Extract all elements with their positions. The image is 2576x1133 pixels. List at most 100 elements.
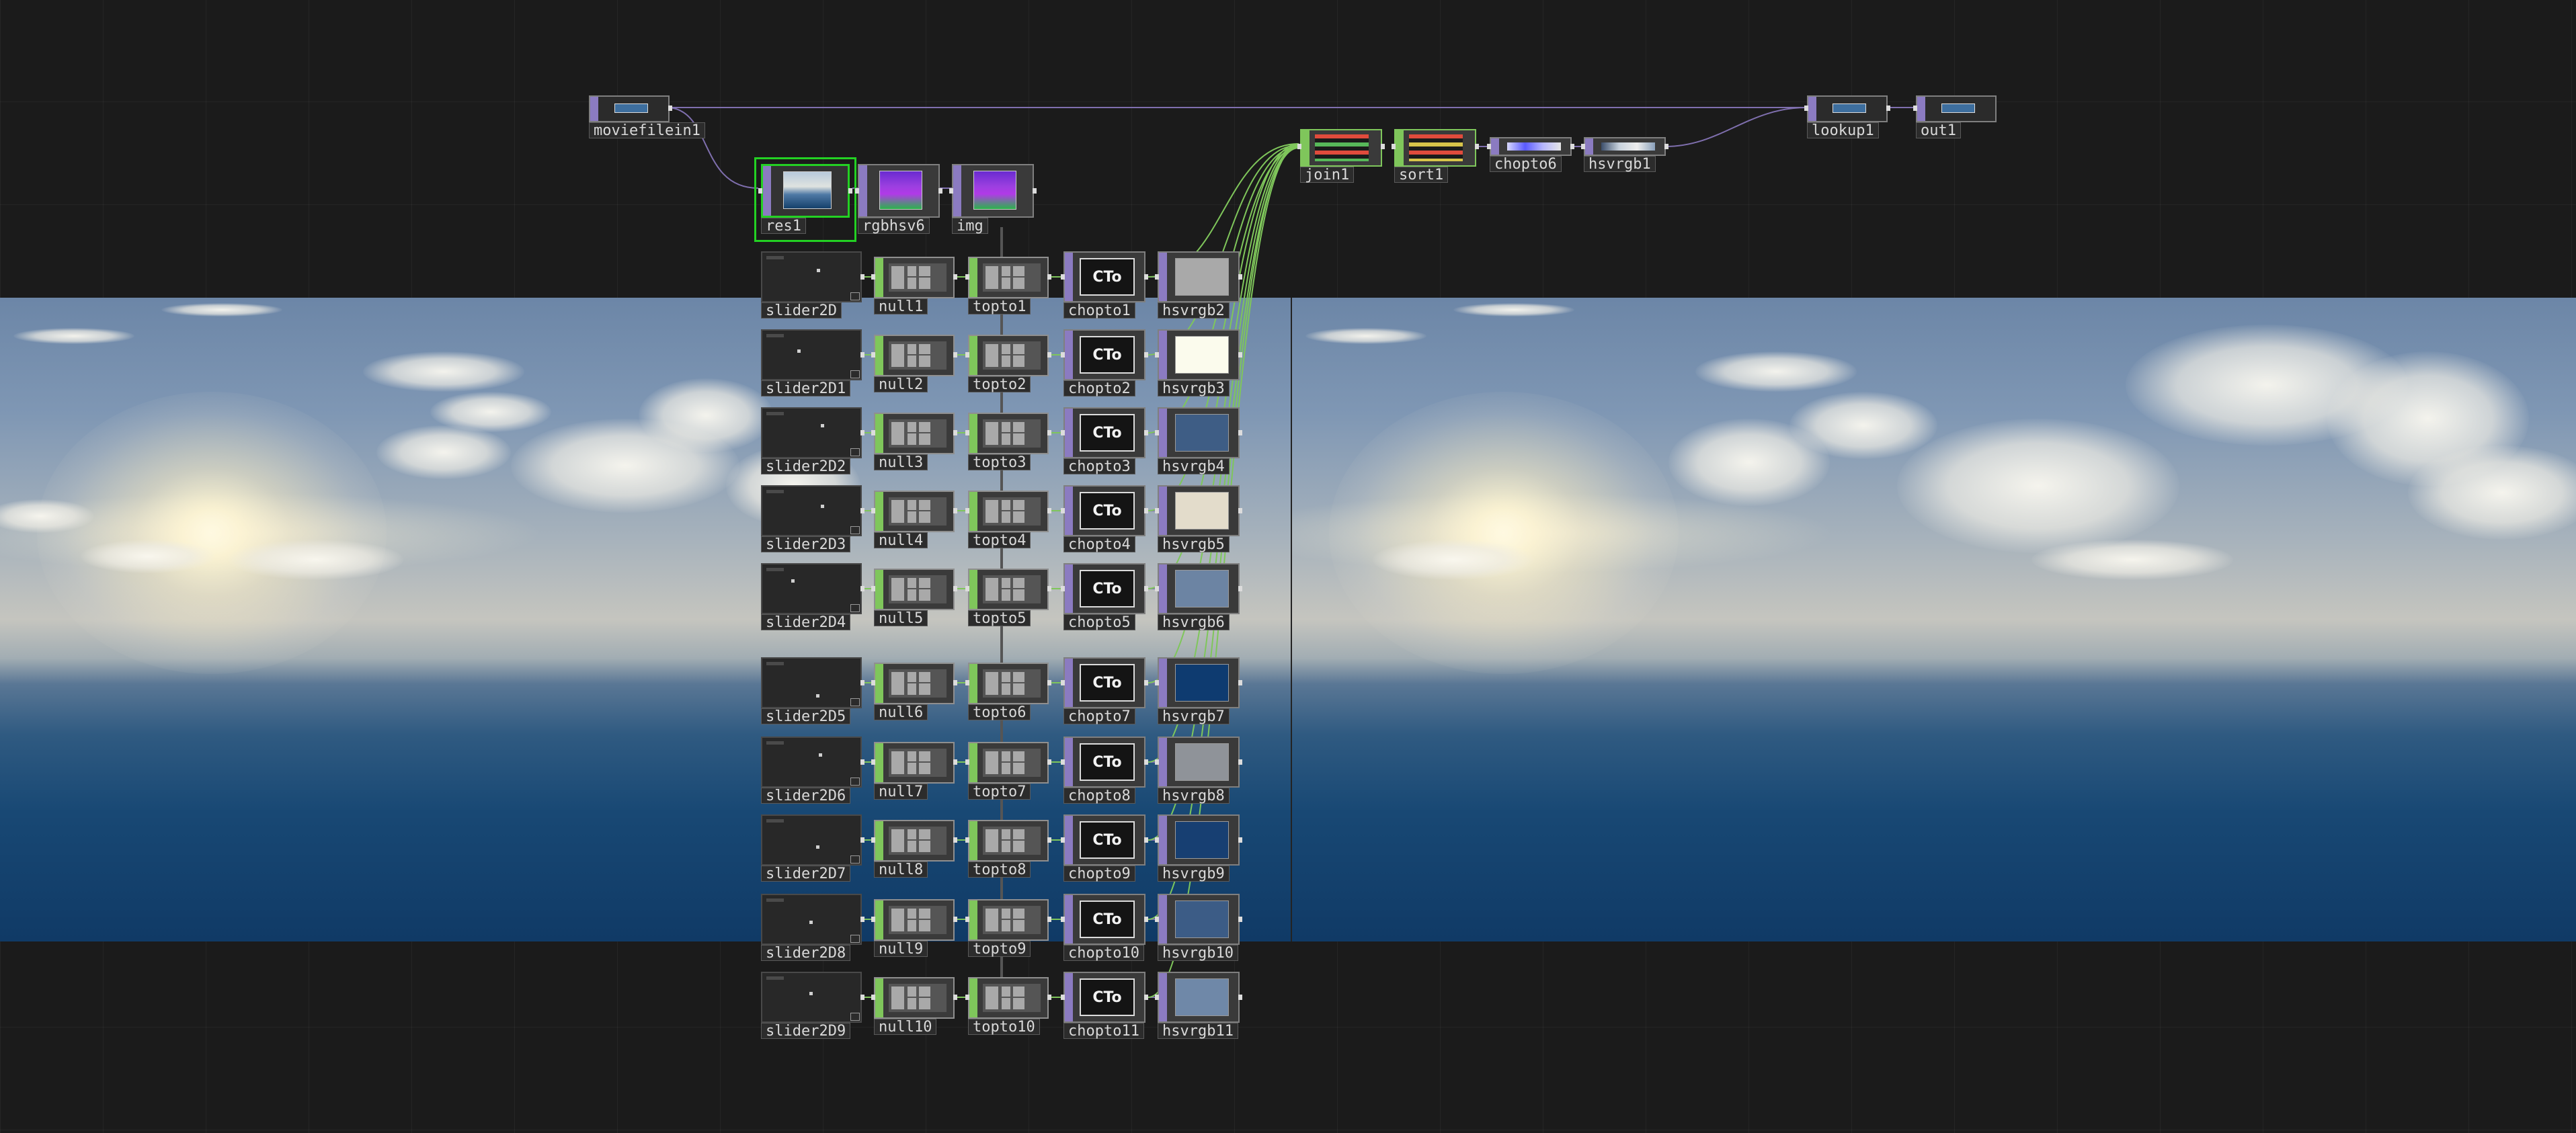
label-slider2D3: slider2D3 bbox=[761, 536, 851, 553]
node-rgbhsv6[interactable]: rgbhsv6 bbox=[855, 164, 942, 235]
node-null10[interactable]: null10 bbox=[871, 977, 957, 1036]
label-slider2D: slider2D bbox=[761, 302, 842, 319]
node-slider2D8[interactable]: slider2D8 bbox=[761, 894, 864, 962]
label-hsvrgb7: hsvrgb7 bbox=[1158, 708, 1230, 725]
node-out1[interactable]: out1 bbox=[1913, 95, 1997, 139]
cto-glyph: CTo bbox=[1080, 336, 1135, 374]
node-topto10[interactable]: topto10 bbox=[965, 977, 1051, 1036]
node-topto2[interactable]: topto2 bbox=[965, 335, 1051, 393]
node-topto7[interactable]: topto7 bbox=[965, 742, 1051, 800]
label-chopto4: chopto4 bbox=[1063, 536, 1135, 553]
node-null7[interactable]: null7 bbox=[871, 742, 957, 800]
node-null6[interactable]: null6 bbox=[871, 663, 957, 721]
node-res1[interactable]: res1 bbox=[754, 157, 856, 242]
slider-handle[interactable] bbox=[816, 694, 819, 698]
label-out1: out1 bbox=[1916, 122, 1961, 139]
node-topto1[interactable]: topto1 bbox=[965, 257, 1051, 315]
node-hsvrgb4[interactable]: hsvrgb4 bbox=[1155, 407, 1242, 475]
label-hsvrgb3: hsvrgb3 bbox=[1158, 380, 1230, 397]
color-swatch bbox=[1175, 821, 1229, 859]
node-null9[interactable]: null9 bbox=[871, 899, 957, 958]
node-null4[interactable]: null4 bbox=[871, 491, 957, 549]
node-slider2D4[interactable]: slider2D4 bbox=[761, 563, 864, 631]
label-hsvrgb8: hsvrgb8 bbox=[1158, 788, 1230, 804]
node-topto5[interactable]: topto5 bbox=[965, 569, 1051, 627]
color-swatch bbox=[1175, 258, 1229, 296]
color-swatch bbox=[1175, 492, 1229, 530]
slider-handle[interactable] bbox=[809, 992, 813, 995]
label-slider2D1: slider2D1 bbox=[761, 380, 851, 397]
node-slider2D2[interactable]: slider2D2 bbox=[761, 407, 864, 475]
slider-handle[interactable] bbox=[791, 579, 795, 583]
node-chopto4[interactable]: CTo chopto4 bbox=[1061, 485, 1148, 553]
node-hsvrgb10[interactable]: hsvrgb10 bbox=[1155, 894, 1242, 962]
color-swatch bbox=[1175, 900, 1229, 938]
cto-glyph: CTo bbox=[1080, 570, 1135, 607]
label-chopto9: chopto9 bbox=[1063, 866, 1135, 882]
slider-handle[interactable] bbox=[809, 921, 813, 924]
label-null2: null2 bbox=[874, 376, 928, 393]
cto-glyph: CTo bbox=[1080, 821, 1135, 859]
node-chopto9[interactable]: CTo chopto9 bbox=[1061, 814, 1148, 882]
node-hsvrgb9[interactable]: hsvrgb9 bbox=[1155, 814, 1242, 882]
node-hsvrgb1[interactable]: hsvrgb1 bbox=[1581, 137, 1668, 173]
label-null3: null3 bbox=[874, 454, 928, 471]
slider-handle[interactable] bbox=[797, 349, 801, 353]
label-chopto10: chopto10 bbox=[1063, 945, 1144, 962]
node-slider2D9[interactable]: slider2D9 bbox=[761, 972, 864, 1040]
label-hsvrgb5: hsvrgb5 bbox=[1158, 536, 1230, 553]
wire-hsvrgb1-lookup1 bbox=[1664, 107, 1808, 147]
node-hsvrgb2[interactable]: hsvrgb2 bbox=[1155, 251, 1242, 319]
node-slider2D[interactable]: slider2D bbox=[761, 251, 864, 319]
node-slider2D1[interactable]: slider2D1 bbox=[761, 329, 864, 397]
node-chopto8[interactable]: CTo chopto8 bbox=[1061, 737, 1148, 804]
node-topto3[interactable]: topto3 bbox=[965, 413, 1051, 471]
node-slider2D5[interactable]: slider2D5 bbox=[761, 657, 864, 725]
slider-handle[interactable] bbox=[816, 845, 819, 849]
node-hsvrgb5[interactable]: hsvrgb5 bbox=[1155, 485, 1242, 553]
node-null8[interactable]: null8 bbox=[871, 820, 957, 878]
label-hsvrgb2: hsvrgb2 bbox=[1158, 302, 1230, 319]
node-slider2D6[interactable]: slider2D6 bbox=[761, 737, 864, 804]
node-lookup1[interactable]: lookup1 bbox=[1804, 95, 1890, 139]
slider-handle[interactable] bbox=[819, 753, 822, 757]
node-slider2D3[interactable]: slider2D3 bbox=[761, 485, 864, 553]
node-chopto1[interactable]: CTo chopto1 bbox=[1061, 251, 1148, 319]
label-null7: null7 bbox=[874, 784, 928, 800]
node-null3[interactable]: null3 bbox=[871, 413, 957, 471]
node-topto8[interactable]: topto8 bbox=[965, 820, 1051, 878]
label-slider2D7: slider2D7 bbox=[761, 866, 851, 882]
label-lookup1: lookup1 bbox=[1807, 122, 1879, 139]
node-chopto3[interactable]: CTo chopto3 bbox=[1061, 407, 1148, 475]
label-chopto3: chopto3 bbox=[1063, 458, 1135, 475]
label-chopto5: chopto5 bbox=[1063, 614, 1135, 631]
slider-handle[interactable] bbox=[821, 424, 824, 427]
node-chopto6[interactable]: chopto6 bbox=[1487, 137, 1574, 173]
slider-handle[interactable] bbox=[821, 505, 824, 508]
network-editor-canvas[interactable]: moviefilein1 res1 rgbhsv6 img join1 sort… bbox=[0, 0, 2576, 1133]
node-hsvrgb11[interactable]: hsvrgb11 bbox=[1155, 972, 1242, 1040]
cto-glyph: CTo bbox=[1080, 492, 1135, 530]
node-slider2D7[interactable]: slider2D7 bbox=[761, 814, 864, 882]
node-topto9[interactable]: topto9 bbox=[965, 899, 1051, 958]
node-hsvrgb6[interactable]: hsvrgb6 bbox=[1155, 563, 1242, 631]
slider-handle[interactable] bbox=[817, 269, 820, 272]
node-hsvrgb7[interactable]: hsvrgb7 bbox=[1155, 657, 1242, 725]
node-chopto2[interactable]: CTo chopto2 bbox=[1061, 329, 1148, 397]
node-null2[interactable]: null2 bbox=[871, 335, 957, 393]
node-topto6[interactable]: topto6 bbox=[965, 663, 1051, 721]
node-moviefilein1[interactable]: moviefilein1 bbox=[589, 95, 705, 139]
node-img[interactable]: img bbox=[949, 164, 1037, 235]
node-null5[interactable]: null5 bbox=[871, 569, 957, 627]
node-chopto11[interactable]: CTo chopto11 bbox=[1061, 972, 1148, 1040]
node-topto4[interactable]: topto4 bbox=[965, 491, 1051, 549]
label-hsvrgb11: hsvrgb11 bbox=[1158, 1023, 1238, 1040]
node-chopto5[interactable]: CTo chopto5 bbox=[1061, 563, 1148, 631]
node-chopto10[interactable]: CTo chopto10 bbox=[1061, 894, 1148, 962]
node-join1[interactable]: join1 bbox=[1297, 129, 1385, 183]
node-null1[interactable]: null1 bbox=[871, 257, 957, 315]
node-chopto7[interactable]: CTo chopto7 bbox=[1061, 657, 1148, 725]
node-hsvrgb8[interactable]: hsvrgb8 bbox=[1155, 737, 1242, 804]
node-hsvrgb3[interactable]: hsvrgb3 bbox=[1155, 329, 1242, 397]
node-sort1[interactable]: sort1 bbox=[1392, 129, 1479, 183]
